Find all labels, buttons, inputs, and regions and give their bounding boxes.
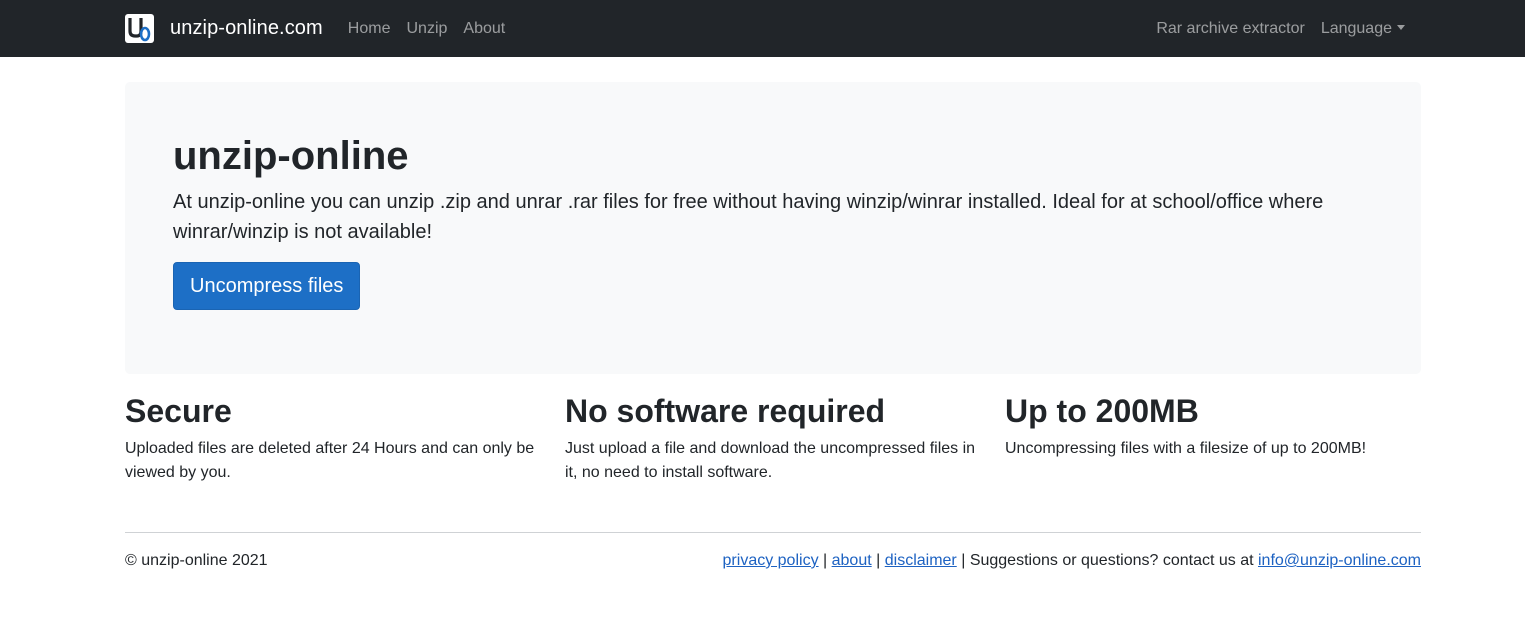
- footer-about-link[interactable]: about: [832, 552, 872, 569]
- feature-size-limit: Up to 200MB Uncompressing files with a f…: [1005, 390, 1425, 461]
- language-dropdown[interactable]: Language: [1313, 20, 1413, 38]
- feature-text: Uploaded files are deleted after 24 Hour…: [125, 440, 535, 481]
- feature-title: No software required: [565, 393, 886, 429]
- top-navbar: unzip-online.com Home Unzip About Rar ar…: [0, 0, 1525, 57]
- nav-link-unzip[interactable]: Unzip: [398, 20, 455, 38]
- footer-links: privacy policy | about | disclaimer | Su…: [723, 549, 1421, 573]
- nav-main-links: Home Unzip About: [340, 20, 513, 38]
- feature-secure: Secure Uploaded files are deleted after …: [125, 390, 545, 485]
- footer-contact-text: Suggestions or questions? contact us at: [969, 552, 1254, 569]
- hero-title: unzip-online: [173, 134, 409, 178]
- nav-link-about[interactable]: About: [455, 20, 513, 38]
- feature-no-software: No software required Just upload a file …: [565, 390, 985, 485]
- feature-title: Up to 200MB: [1005, 393, 1199, 429]
- hero-section: unzip-online At unzip-online you can unz…: [125, 82, 1421, 374]
- site-logo-icon: [125, 14, 154, 43]
- language-dropdown-label: Language: [1320, 19, 1392, 37]
- footer-copyright: © unzip-online 2021: [125, 552, 268, 569]
- feature-text: Just upload a file and download the unco…: [565, 440, 976, 481]
- caret-down-icon: [1397, 24, 1405, 30]
- nav-link-home[interactable]: Home: [340, 20, 399, 38]
- brand-name: unzip-online.com: [170, 17, 323, 39]
- footer-separator: |: [876, 552, 881, 569]
- feature-title: Secure: [125, 393, 232, 429]
- privacy-policy-link[interactable]: privacy policy: [723, 552, 819, 569]
- nav-link-rar-extractor[interactable]: Rar archive extractor: [1148, 20, 1313, 38]
- footer-separator: |: [961, 552, 966, 569]
- footer-divider: [125, 532, 1421, 533]
- navbar-container: unzip-online.com Home Unzip About Rar ar…: [125, 0, 1413, 57]
- feature-text: Uncompressing files with a filesize of u…: [1005, 440, 1367, 457]
- disclaimer-link[interactable]: disclaimer: [885, 552, 957, 569]
- footer-separator: |: [823, 552, 828, 569]
- page-footer: © unzip-online 2021 privacy policy | abo…: [125, 549, 1421, 573]
- hero-description: At unzip-online you can unzip .zip and u…: [173, 191, 1324, 243]
- uncompress-files-button[interactable]: Uncompress files: [173, 262, 361, 310]
- brand-link[interactable]: unzip-online.com: [125, 14, 323, 43]
- contact-email-link[interactable]: info@unzip-online.com: [1258, 552, 1421, 569]
- nav-right-links: Rar archive extractor Language: [1148, 20, 1413, 38]
